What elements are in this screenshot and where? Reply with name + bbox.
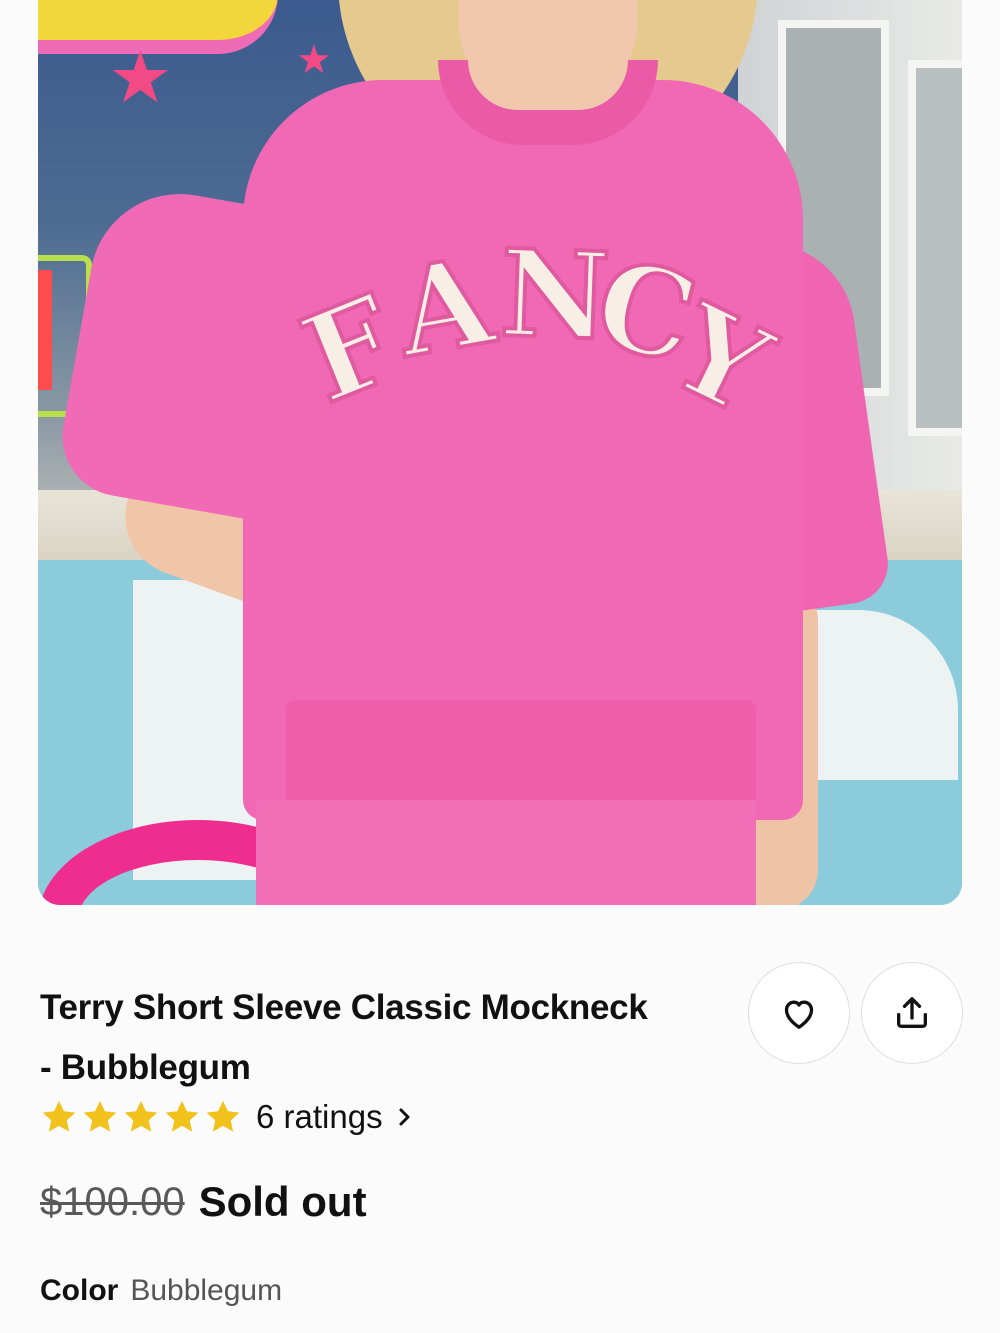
product-image[interactable]: ★ ★ F A N C Y: [38, 0, 962, 905]
neon-sign: [38, 270, 52, 390]
color-label: Color: [40, 1274, 119, 1307]
graphic-letter: A: [384, 228, 504, 387]
chevron-right-icon: [399, 1108, 410, 1126]
product-page: ★ ★ F A N C Y Terry Short Sleeve Classic: [0, 0, 1000, 1333]
graphic-letter: F: [283, 266, 419, 433]
product-title: Terry Short Sleeve Classic Mockneck - Bu…: [40, 978, 730, 1098]
product-title-line: - Bubblegum: [40, 1048, 251, 1087]
window-pane: [908, 60, 962, 436]
favorite-button[interactable]: [748, 962, 850, 1064]
color-selector: Color Bubblegum: [40, 1274, 282, 1318]
star-icon: [206, 1100, 240, 1132]
ratings-count: 6 ratings: [256, 1098, 383, 1135]
share-upload-icon: [897, 997, 927, 1028]
share-button[interactable]: [861, 962, 963, 1064]
sold-out-label: Sold out: [198, 1178, 367, 1225]
color-value: Bubblegum: [130, 1274, 283, 1307]
shirt-collar-opening: [468, 60, 628, 110]
product-title-line: Terry Short Sleeve Classic Mockneck: [40, 988, 648, 1027]
shirt-graphic-text: F A N C Y: [238, 221, 798, 450]
star-icon: [124, 1100, 158, 1132]
star-rating: [40, 1098, 242, 1136]
shorts: [256, 800, 756, 905]
heart-icon: [784, 1000, 814, 1029]
star-icon: [42, 1100, 76, 1132]
star-icon: [165, 1100, 199, 1132]
price-row: $100.00 Sold out: [40, 1172, 367, 1232]
background-star-icon: ★: [296, 38, 332, 82]
star-icon: [83, 1100, 117, 1132]
background-star-icon: ★: [108, 38, 173, 118]
ratings-link[interactable]: 6 ratings: [40, 1094, 411, 1140]
original-price: $100.00: [40, 1179, 185, 1224]
